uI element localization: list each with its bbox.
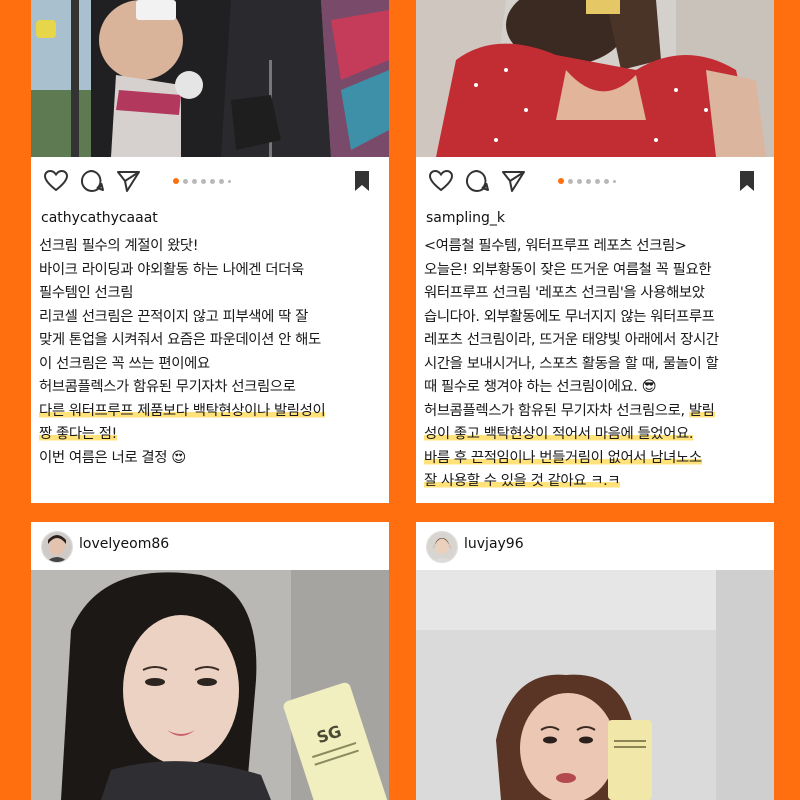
caption-line: 리코셀 선크림은 끈적이지 않고 피부색에 딱 잘 xyxy=(39,308,308,325)
comment-icon[interactable] xyxy=(79,168,105,194)
send-icon[interactable] xyxy=(500,168,526,194)
post-username[interactable]: cathycathycaaat xyxy=(41,210,158,226)
caption-line: 오늘은! 외부황동이 잦은 뜨거운 여름철 꼭 필요한 xyxy=(424,261,712,278)
instagram-post-card: cathycathycaaat 선크림 필수의 계절이 왔닷! 바이크 라이딩과… xyxy=(31,0,389,503)
post-photo[interactable] xyxy=(416,0,774,157)
post-photo[interactable] xyxy=(416,570,774,800)
caption-line: 맞게 톤업을 시켜줘서 요즘은 파운데이션 안 해도 xyxy=(39,332,321,348)
carousel-dots xyxy=(173,177,231,185)
instagram-post-card: sampling_k <여름철 필수템, 워터프루프 레포츠 선크림> 오늘은!… xyxy=(416,0,774,503)
caption-line: 워터프루프 선크림 '레포츠 선크림'을 사용해보았 xyxy=(424,285,705,301)
avatar[interactable] xyxy=(426,531,458,563)
bookmark-icon[interactable] xyxy=(734,168,760,194)
caption-line-highlighted: 다른 워터프루프 제품보다 백탁현상이나 발림성이 xyxy=(39,402,326,419)
instagram-post-card: luvjay96 xyxy=(416,522,774,800)
post-photo[interactable] xyxy=(31,0,389,157)
post-caption: <여름철 필수템, 워터프루프 레포츠 선크림> 오늘은! 외부황동이 잦은 뜨… xyxy=(424,235,768,494)
post-caption: 선크림 필수의 계절이 왔닷! 바이크 라이딩과 야외활동 하는 나에겐 더더욱… xyxy=(39,235,383,470)
heart-icon[interactable] xyxy=(43,168,69,194)
bookmark-icon[interactable] xyxy=(349,168,375,194)
caption-line-highlighted: 성이 좋고 백탁현상이 적어서 마음에 들었어요. xyxy=(424,426,693,442)
heart-icon[interactable] xyxy=(428,168,454,194)
caption-line: 이 선크림은 꼭 쓰는 편이에요 xyxy=(39,355,210,372)
caption-line: 습니다아. 외부활동에도 무너지지 않는 워터프루프 xyxy=(424,308,715,325)
caption-line: 때 필수로 챙겨야 하는 선크림이에요. 😎 xyxy=(424,379,657,395)
send-icon[interactable] xyxy=(115,168,141,194)
caption-line: 허브콤플렉스가 함유된 무기자차 선크림으로 xyxy=(39,379,296,395)
post-actions-bar xyxy=(416,166,774,196)
comment-icon[interactable] xyxy=(464,168,490,194)
caption-line: <여름철 필수템, 워터프루프 레포츠 선크림> xyxy=(424,238,687,254)
caption-line: 이번 여름은 너로 결정 😍 xyxy=(39,449,186,466)
post-header: luvjay96 xyxy=(416,522,774,570)
caption-line: 바이크 라이딩과 야외활동 하는 나에겐 더더욱 xyxy=(39,261,304,278)
post-username[interactable]: sampling_k xyxy=(426,210,505,226)
caption-line-highlighted: 짱 좋다는 점! xyxy=(39,426,117,442)
avatar[interactable] xyxy=(41,531,73,563)
post-photo[interactable]: SG xyxy=(31,570,389,800)
post-header: lovelyeom86 xyxy=(31,522,389,570)
carousel-dots xyxy=(558,177,616,185)
caption-line-highlighted: 바름 후 끈적임이나 번들거림이 없어서 남녀노소 xyxy=(424,449,702,466)
instagram-post-card: lovelyeom86 SG xyxy=(31,522,389,800)
post-actions-bar xyxy=(31,166,389,196)
caption-line: 레포츠 선크림이라, 뜨거운 태양빛 아래에서 장시간 xyxy=(424,332,719,348)
caption-line: 허브콤플렉스가 함유된 무기자차 선크림으로, 발림 xyxy=(424,402,715,419)
caption-line: 선크림 필수의 계절이 왔닷! xyxy=(39,238,199,254)
caption-line-highlighted: 잘 사용할 수 있을 것 같아요 ㅋ.ㅋ xyxy=(424,473,621,489)
caption-line: 필수템인 선크림 xyxy=(39,285,134,301)
post-username[interactable]: luvjay96 xyxy=(464,536,524,552)
post-username[interactable]: lovelyeom86 xyxy=(79,536,169,552)
caption-line: 시간을 보내시거나, 스포츠 활동을 할 때, 물놀이 할 xyxy=(424,355,719,372)
